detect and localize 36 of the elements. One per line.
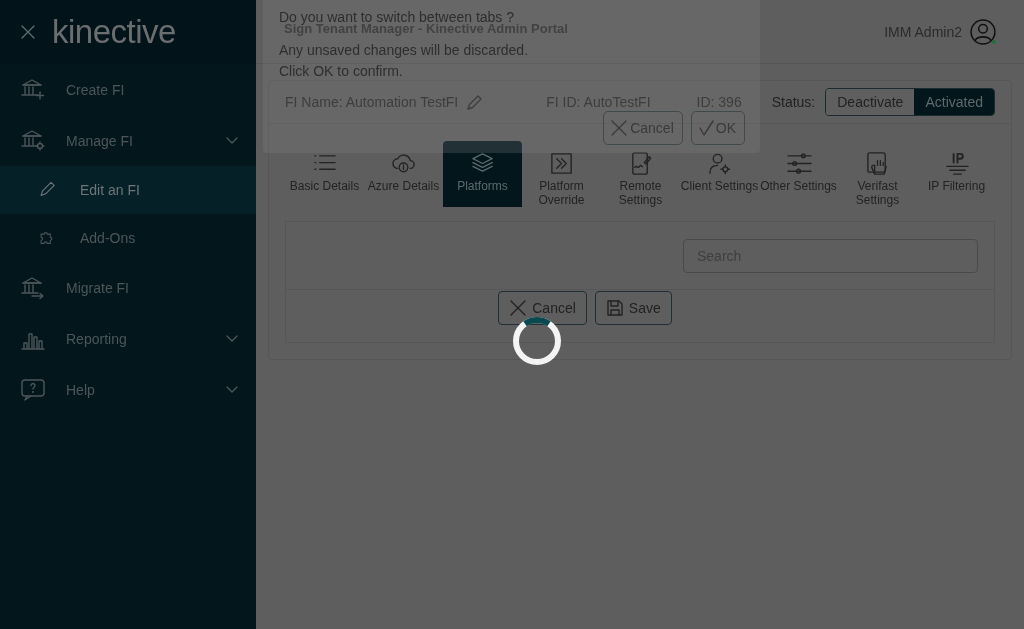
close-icon [20,24,36,40]
settings-tab[interactable]: Platforms [443,141,522,207]
ip-filter-icon [943,151,970,177]
close-icon [610,119,629,137]
settings-tab[interactable]: Azure Details [364,141,443,207]
sidebar-item[interactable]: Manage FI [0,115,256,166]
status-toggle-option[interactable]: Activated [914,89,994,115]
sidebar-item[interactable]: Migrate FI [0,262,256,313]
sidebar-item[interactable]: Create FI [0,64,256,115]
bank-gear-icon [20,127,46,154]
sidebar-item[interactable]: Help [0,364,256,415]
status-label: Status: [771,94,816,110]
sliders-icon [785,151,812,177]
pencil-icon [466,93,484,111]
logo-text: kinective [52,13,176,51]
sidebar-item[interactable]: Reporting [0,313,256,364]
arrow-in-box-icon [548,151,575,177]
save-button[interactable]: Save [594,291,672,325]
cancel-button[interactable]: Cancel [498,291,587,325]
dialog-message: Do you want to switch between tabs ? [279,8,515,25]
dialog-message: Any unsaved changes will be discarded. [279,41,530,60]
help-bubble-icon [20,376,46,403]
checkmark-icon [697,119,714,137]
user-gear-icon [706,151,733,177]
close-icon [509,299,528,317]
settings-tab[interactable]: Platform Override [522,141,601,207]
dialog-message: Click OK to confirm. [279,62,404,81]
bank-plus-icon [20,76,46,103]
sidebar-subitem[interactable]: Edit an FI [0,166,256,214]
settings-tab[interactable]: Basic Details [285,141,364,207]
bank-arrow-icon [20,274,46,301]
loading-spinner [512,316,562,366]
sidebar-subitem[interactable]: Add-Ons [0,214,256,262]
settings-tab[interactable]: Other Settings [759,141,838,207]
settings-tab[interactable]: Verifast Settings [838,141,917,207]
settings-tab[interactable]: IP Filtering [917,141,996,207]
